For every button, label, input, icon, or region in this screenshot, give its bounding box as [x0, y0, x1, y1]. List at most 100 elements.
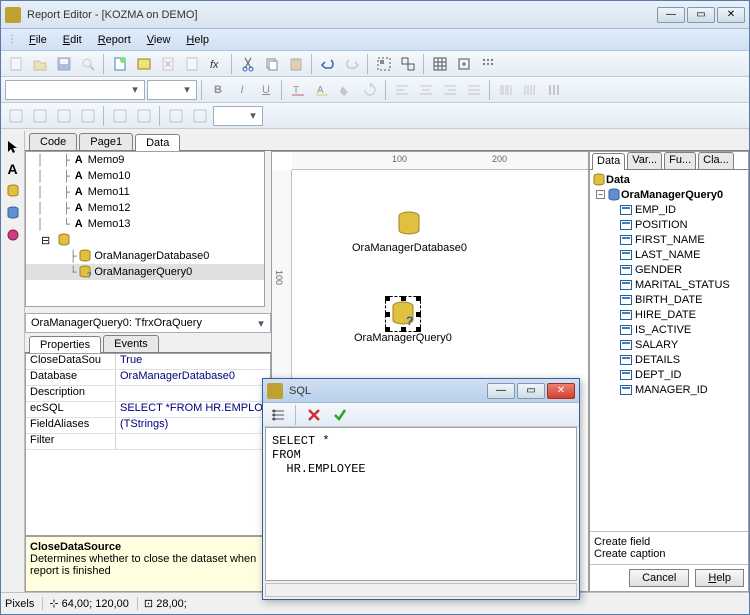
italic-icon[interactable]: I: [231, 79, 253, 101]
highlight-icon[interactable]: A: [311, 79, 333, 101]
field-item[interactable]: GENDER: [592, 262, 746, 277]
delete-page-icon[interactable]: [157, 53, 179, 75]
tree-query[interactable]: OraManagerQuery0: [94, 266, 192, 278]
tab-data[interactable]: Data: [135, 134, 180, 151]
prop-value[interactable]: OraManagerDatabase0: [116, 370, 270, 385]
rotate-icon[interactable]: [359, 79, 381, 101]
paste-icon[interactable]: [285, 53, 307, 75]
misc-tool-icon[interactable]: [3, 225, 23, 245]
border-width-combo[interactable]: ▾: [213, 106, 263, 126]
sql-editor[interactable]: SELECT * FROM HR.EMPLOYEE: [265, 427, 577, 581]
preview-icon[interactable]: [77, 53, 99, 75]
fillcolor-icon[interactable]: [335, 79, 357, 101]
sql-builder-icon[interactable]: [267, 404, 289, 426]
database-tool-icon[interactable]: [3, 181, 23, 201]
sql-window[interactable]: SQL — ▭ ✕ SELECT * FROM HR.EMPLOYEE: [262, 378, 580, 600]
prop-name[interactable]: Filter: [26, 434, 116, 449]
object-selector[interactable]: OraManagerQuery0: TfrxOraQuery ▾: [25, 313, 271, 333]
save-icon[interactable]: [53, 53, 75, 75]
t3-5[interactable]: [109, 105, 131, 127]
tree-item[interactable]: Memo13: [88, 218, 131, 230]
t3-4[interactable]: [77, 105, 99, 127]
maximize-button[interactable]: ▭: [687, 7, 715, 23]
canvas-database[interactable]: OraManagerDatabase0: [352, 210, 467, 254]
menu-help[interactable]: Help: [178, 32, 217, 48]
minimize-button[interactable]: —: [657, 7, 685, 23]
menu-report[interactable]: Report: [90, 32, 139, 48]
field-item[interactable]: DETAILS: [592, 352, 746, 367]
t3-6[interactable]: [133, 105, 155, 127]
pointer-icon[interactable]: [3, 137, 23, 157]
prop-name[interactable]: CloseDataSou: [26, 354, 116, 369]
menu-file[interactable]: File: [21, 32, 55, 48]
align-left-icon[interactable]: [391, 79, 413, 101]
page-settings-icon[interactable]: [181, 53, 203, 75]
sql-maximize-button[interactable]: ▭: [517, 383, 545, 399]
align-center-icon[interactable]: [415, 79, 437, 101]
field-item[interactable]: HIRE_DATE: [592, 307, 746, 322]
barcode2-icon[interactable]: [519, 79, 541, 101]
action-create-field[interactable]: Create field: [594, 536, 744, 548]
grip-icon[interactable]: ⋮: [7, 34, 17, 45]
prop-value[interactable]: [116, 434, 270, 449]
align-grid-icon[interactable]: [477, 53, 499, 75]
sql-scrollbar[interactable]: [265, 583, 577, 597]
grid-icon[interactable]: [429, 53, 451, 75]
t3-2[interactable]: [29, 105, 51, 127]
tab-properties[interactable]: Properties: [29, 336, 101, 353]
data-tree[interactable]: Data −OraManagerQuery0 EMP_IDPOSITIONFIR…: [590, 170, 748, 531]
t3-8[interactable]: [189, 105, 211, 127]
redo-icon[interactable]: [341, 53, 363, 75]
data-query[interactable]: OraManagerQuery0: [621, 189, 723, 201]
tree-item[interactable]: Memo12: [88, 202, 131, 214]
field-item[interactable]: BIRTH_DATE: [592, 292, 746, 307]
barcode1-icon[interactable]: [495, 79, 517, 101]
prop-name[interactable]: FieldAliases: [26, 418, 116, 433]
underline-icon[interactable]: U: [255, 79, 277, 101]
new-icon[interactable]: [5, 53, 27, 75]
tree-item[interactable]: Memo9: [88, 154, 125, 166]
data-root[interactable]: Data: [606, 174, 630, 186]
help-button[interactable]: Help: [695, 569, 744, 587]
sql-minimize-button[interactable]: —: [487, 383, 515, 399]
fontsize-combo[interactable]: ▾: [147, 80, 197, 100]
tree-db[interactable]: OraManagerDatabase0: [94, 250, 209, 262]
rtab-class[interactable]: Cla...: [698, 152, 734, 169]
tab-events[interactable]: Events: [103, 335, 159, 352]
collapse-icon[interactable]: ⊟: [39, 233, 53, 247]
undo-icon[interactable]: [317, 53, 339, 75]
ungroup-icon[interactable]: [397, 53, 419, 75]
open-icon[interactable]: [29, 53, 51, 75]
field-item[interactable]: IS_ACTIVE: [592, 322, 746, 337]
canvas-query[interactable]: ? OraManagerQuery0: [354, 300, 452, 344]
action-create-caption[interactable]: Create caption: [594, 548, 744, 560]
text-tool-icon[interactable]: A: [3, 159, 23, 179]
font-combo[interactable]: ▾: [5, 80, 145, 100]
sql-cancel-icon[interactable]: [303, 404, 325, 426]
menu-edit[interactable]: Edit: [55, 32, 90, 48]
tree-item[interactable]: Memo11: [88, 186, 130, 198]
rtab-var[interactable]: Var...: [627, 152, 662, 169]
barcode3-icon[interactable]: [543, 79, 565, 101]
close-button[interactable]: ✕: [717, 7, 745, 23]
prop-name[interactable]: Database: [26, 370, 116, 385]
cancel-button[interactable]: Cancel: [629, 569, 689, 587]
prop-value[interactable]: (TStrings): [116, 418, 270, 433]
t3-7[interactable]: [165, 105, 187, 127]
align-justify-icon[interactable]: [463, 79, 485, 101]
prop-value[interactable]: SELECT *FROM HR.EMPLOY: [116, 402, 270, 417]
copy-icon[interactable]: [261, 53, 283, 75]
tab-page1[interactable]: Page1: [79, 133, 133, 150]
tree-item[interactable]: Memo10: [88, 170, 131, 182]
field-item[interactable]: POSITION: [592, 217, 746, 232]
group-icon[interactable]: [373, 53, 395, 75]
sql-titlebar[interactable]: SQL — ▭ ✕: [263, 379, 579, 403]
field-item[interactable]: SALARY: [592, 337, 746, 352]
rtab-data[interactable]: Data: [592, 153, 625, 170]
tab-code[interactable]: Code: [29, 133, 77, 150]
cut-icon[interactable]: [237, 53, 259, 75]
query-tool-icon[interactable]: [3, 203, 23, 223]
t3-1[interactable]: [5, 105, 27, 127]
object-tree[interactable]: │ ├AMemo9 │ ├AMemo10 │ ├AMemo11 │ ├AMemo…: [25, 151, 265, 307]
titlebar[interactable]: Report Editor - [KOZMA on DEMO] — ▭ ✕: [1, 1, 749, 29]
